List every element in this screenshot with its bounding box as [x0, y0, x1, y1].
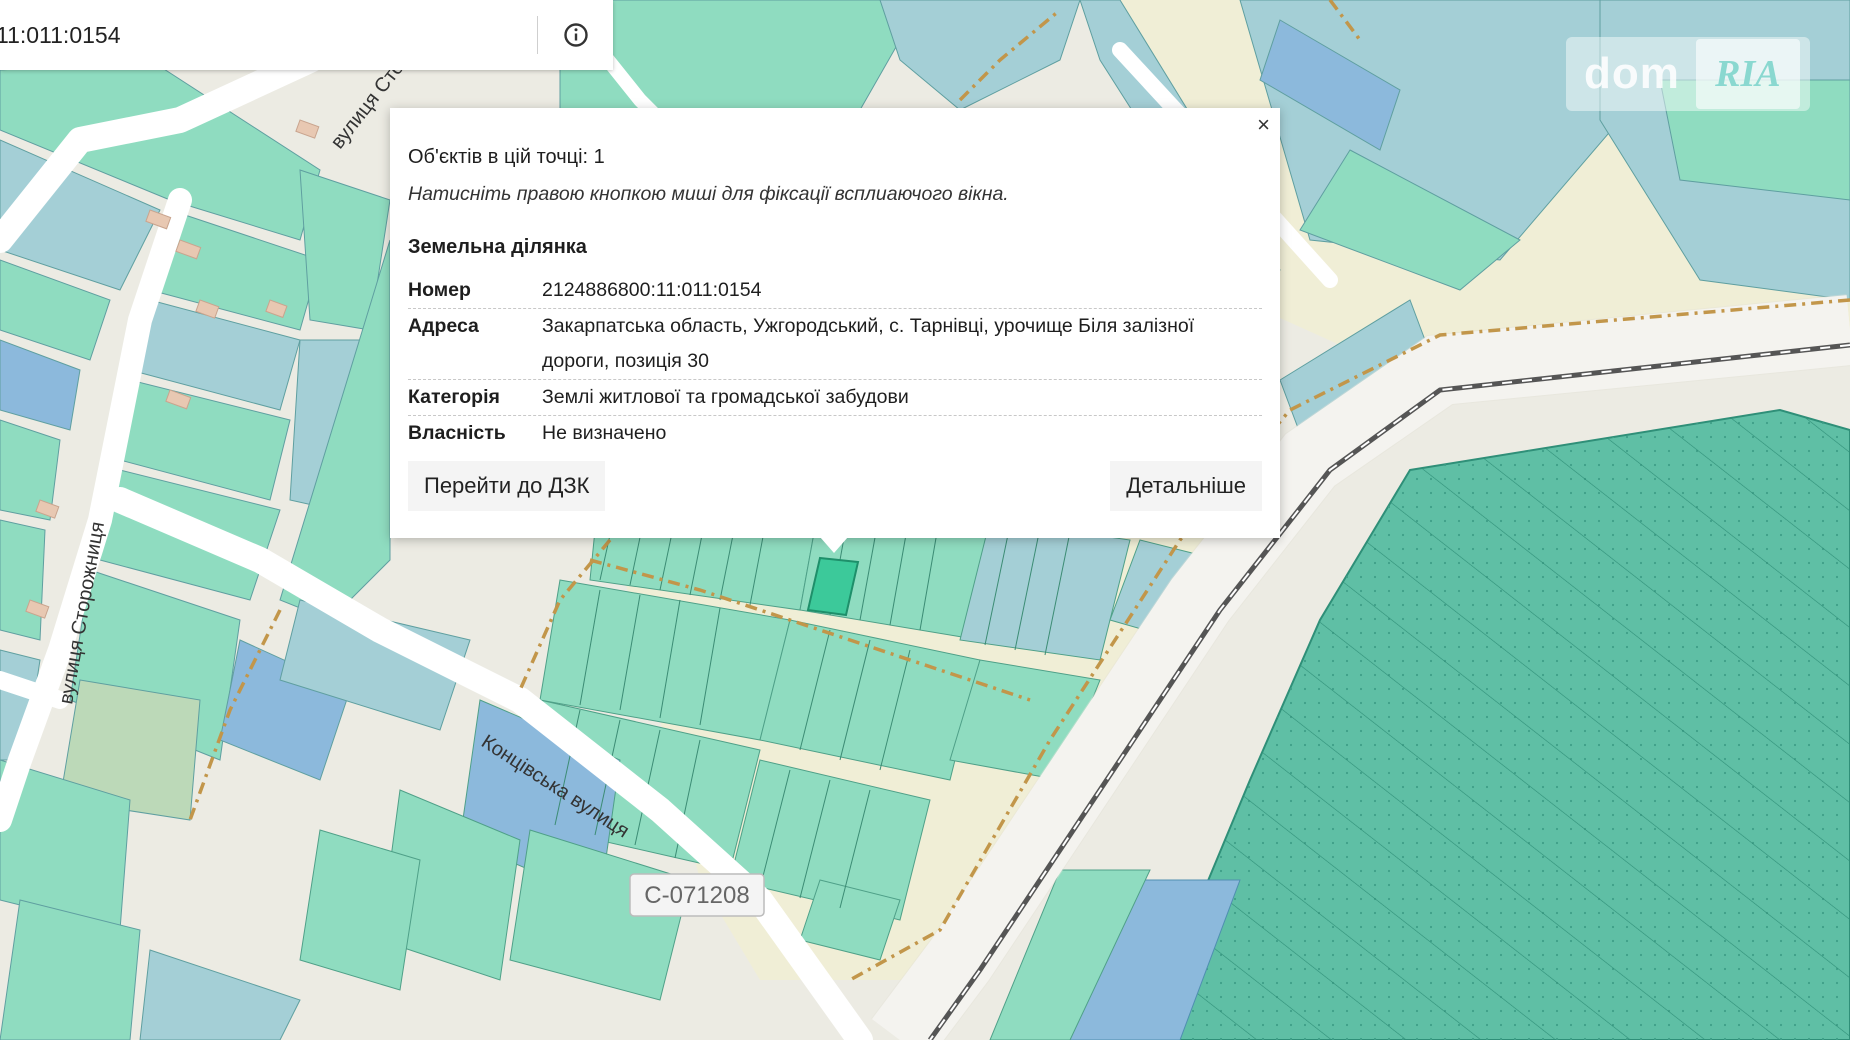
popup-pointer: [820, 537, 848, 553]
property-value: 2124886800:11:011:0154: [542, 279, 762, 301]
property-row-category: Категорія Землі житлової та громадської …: [408, 380, 1262, 416]
close-icon[interactable]: ×: [1257, 114, 1270, 136]
property-row-number: Номер 2124886800:11:011:0154: [408, 273, 1262, 309]
info-icon: [563, 23, 588, 47]
road-badge: С-071208: [629, 873, 765, 917]
property-value: Не визначено: [542, 422, 667, 444]
parcel-popup: × Об'єктів в цій точці: 1 Натисніть прав…: [390, 108, 1280, 538]
popup-actions: Перейти до ДЗК Детальніше: [408, 461, 1262, 511]
dom-ria-watermark: dom RIA: [1566, 37, 1810, 111]
popup-hint: Натисніть правою кнопкою миші для фіксац…: [408, 183, 1009, 205]
go-to-dzk-button[interactable]: Перейти до ДЗК: [408, 461, 606, 511]
property-value: Закарпатська область, Ужгородський, с. Т…: [542, 315, 1195, 372]
search-input[interactable]: [0, 0, 537, 70]
object-count: Об'єктів в цій точці: 1: [408, 146, 605, 168]
property-key: Номер: [408, 279, 471, 301]
watermark-dom: dom: [1584, 49, 1680, 98]
property-value: Землі житлової та громадської забудови: [542, 386, 909, 408]
property-key: Адреса: [408, 315, 479, 337]
road-badge-label: С-071208: [644, 882, 749, 909]
property-key: Категорія: [408, 386, 500, 408]
info-button[interactable]: [538, 0, 613, 70]
property-key: Власність: [408, 422, 506, 444]
popup-heading: Земельна ділянка: [408, 236, 587, 258]
property-row-ownership: Власність Не визначено: [408, 416, 1262, 451]
details-button[interactable]: Детальніше: [1110, 461, 1262, 511]
search-bar: [0, 0, 613, 70]
property-row-address: Адреса Закарпатська область, Ужгородськи…: [408, 309, 1262, 380]
watermark-ria: RIA: [1695, 39, 1800, 109]
